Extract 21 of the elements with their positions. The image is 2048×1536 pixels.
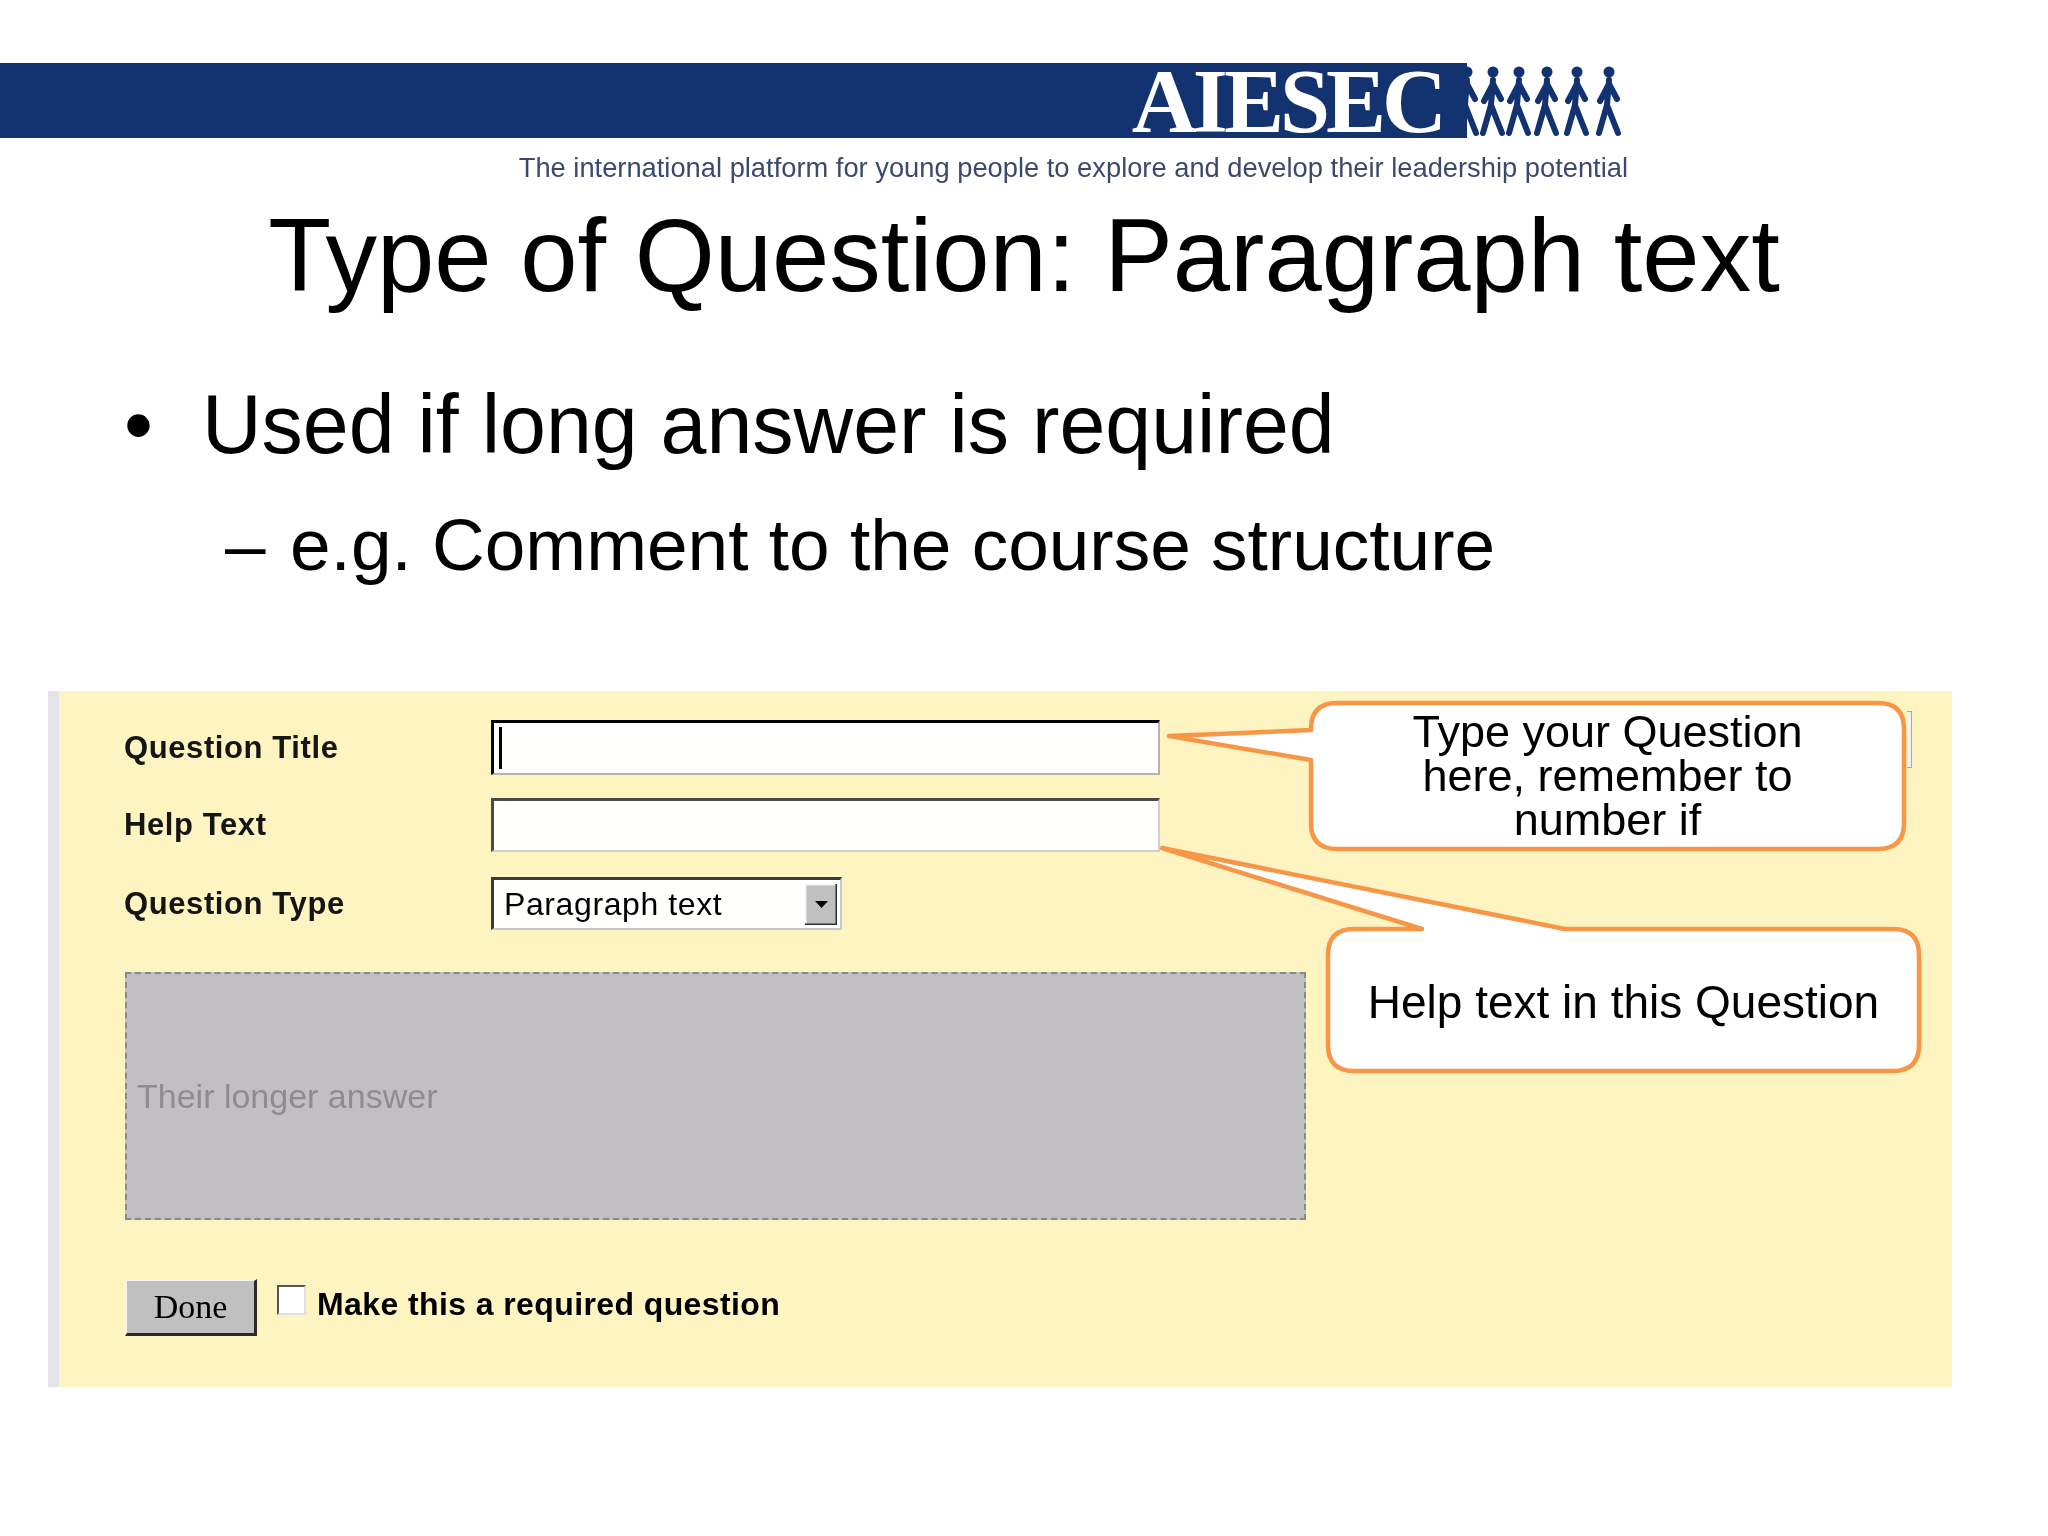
required-checkbox[interactable] <box>277 1285 306 1315</box>
callout-text: Type your Question here, remember to number if <box>1411 710 1804 842</box>
callout-text: Help text in this Question <box>1367 975 1880 1030</box>
logo-text: AIESEC <box>1131 66 1443 138</box>
done-button[interactable]: Done <box>125 1279 257 1336</box>
select-field[interactable]: Paragraph text <box>491 877 842 930</box>
tagline: The international platform for young people to explore and develop their leadership potential <box>518 152 1628 184</box>
slide-title: Type of Question: Paragraph text <box>268 199 1780 313</box>
field-label: Help Text <box>124 807 267 843</box>
text-cursor-icon <box>499 727 502 769</box>
bullet-text: Used if long answer is required <box>202 377 1335 472</box>
field-label: Question Type <box>124 885 345 922</box>
bullet-text: e.g. Comment to the course structure <box>290 503 1496 587</box>
text-field[interactable] <box>491 798 1160 852</box>
dropdown-arrow-icon <box>805 883 837 925</box>
bullet-marker: • <box>124 378 153 470</box>
checkbox-label: Make this a required question <box>317 1285 781 1323</box>
text-field[interactable] <box>491 720 1160 775</box>
field-label: Question Title <box>124 729 339 766</box>
button-edge <box>1907 711 1912 768</box>
bullet-marker: – <box>225 504 266 585</box>
